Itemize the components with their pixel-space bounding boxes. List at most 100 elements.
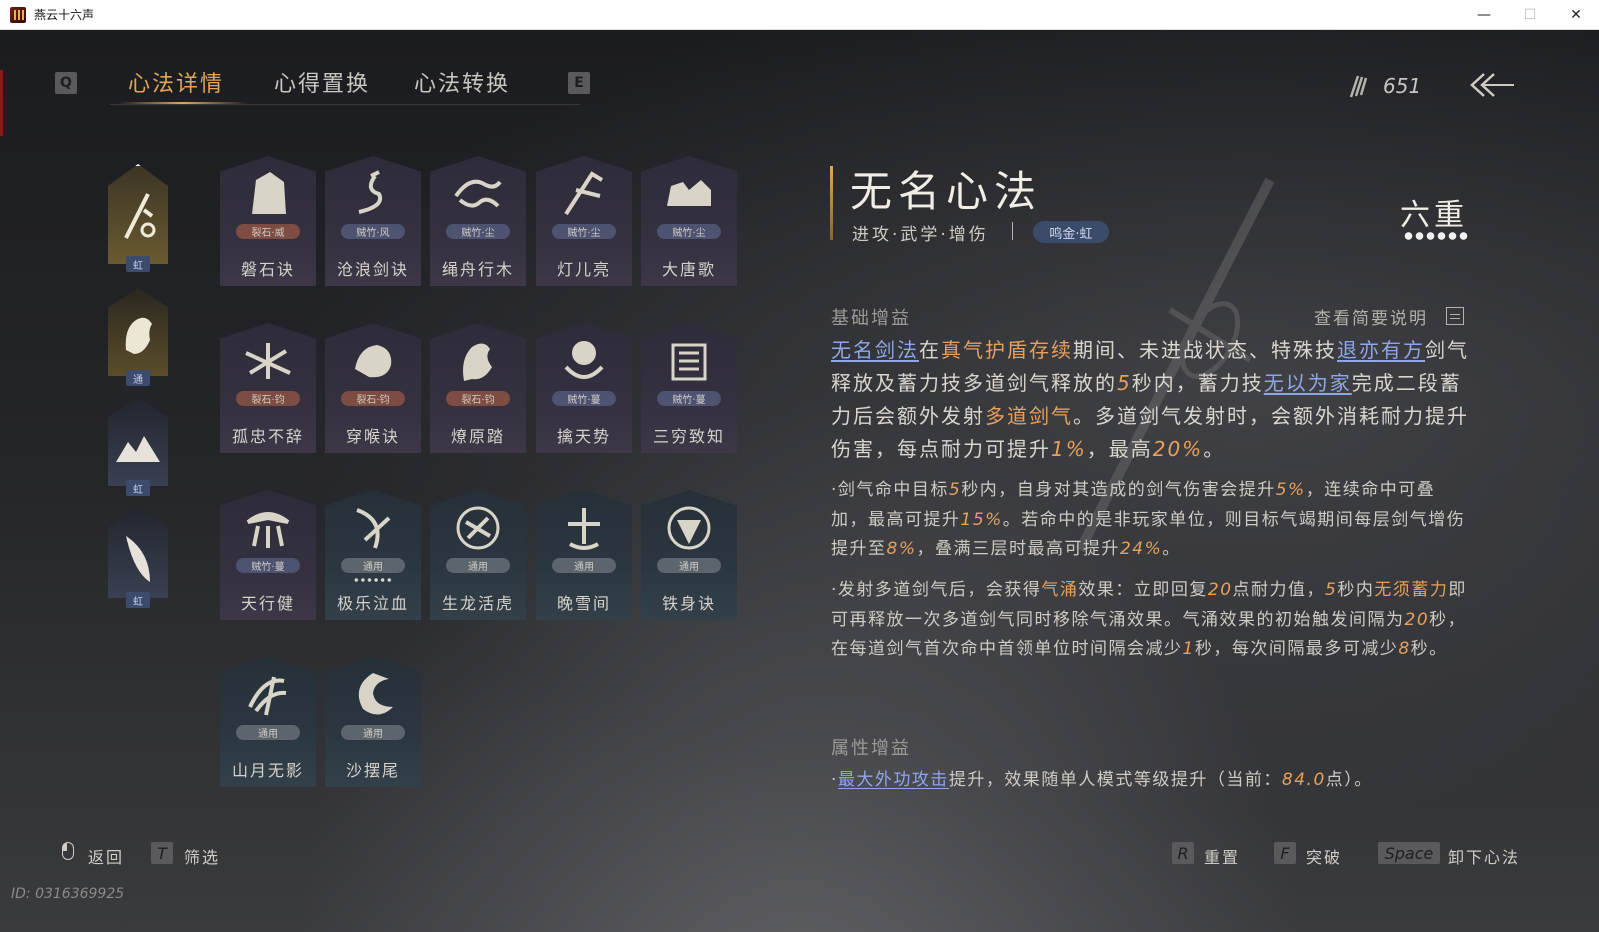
xinfa-card[interactable]: 裂石·钧 穿喉诀 (325, 323, 421, 453)
number: 20 (1404, 609, 1430, 630)
text: 秒内，自身对其造成的剑气伤害会提升 (961, 480, 1276, 500)
xinfa-card[interactable]: 通用 生龙活虎 (430, 490, 526, 620)
xinfa-card[interactable]: 裂石·钧 孤忠不辞 (220, 323, 316, 453)
xinfa-name: 沙摆尾 (345, 761, 400, 780)
next-tab-key[interactable]: E (568, 72, 590, 94)
xinfa-card[interactable]: 通用 铁身诀 (641, 490, 737, 620)
xinfa-card[interactable]: 贼竹·尘大唐歌 (641, 156, 737, 286)
number: 5 (1117, 371, 1132, 395)
reset-key[interactable]: R (1172, 842, 1194, 864)
xinfa-card[interactable]: 裂石·威 磐石诀 (220, 156, 316, 286)
xinfa-illustration-icon (568, 508, 600, 550)
highlight: 真气护盾存续 (941, 338, 1073, 362)
xinfa-card[interactable]: 通用 沙摆尾 (325, 657, 421, 787)
xinfa-name: 灯儿亮 (556, 260, 611, 279)
category-mountain[interactable]: 虹 (108, 398, 168, 496)
xinfa-illustration-icon (248, 676, 287, 716)
break-hint[interactable]: 突破 (1306, 844, 1342, 868)
number: 8 (1398, 639, 1411, 659)
number: 5 (948, 480, 962, 500)
xinfa-school-tag: 通用 (341, 558, 405, 573)
category-general[interactable]: 通 (108, 288, 168, 386)
highlight: 气涌 (1041, 580, 1079, 600)
mouse-icon (62, 842, 74, 860)
xinfa-name: 擒天势 (556, 427, 611, 446)
back-arrow-icon[interactable] (1470, 70, 1516, 100)
list-icon[interactable] (1446, 307, 1464, 325)
xinfa-school-tag: 通用 (552, 558, 616, 573)
category-feather[interactable]: 虹 (108, 508, 168, 608)
tab-xinde-exchange[interactable]: 心得置换 (274, 66, 370, 98)
filter-hint[interactable]: 筛选 (184, 844, 220, 868)
game-viewport: Q 心法详情 心得置换 心法转换 E 651 虹 通 虹 虹 裂石·威 磐石诀 … (0, 30, 1599, 932)
xinfa-school-tag: 贼竹·蔓 (552, 391, 616, 406)
school-badge: 鸣金·虹 (1033, 221, 1109, 243)
xinfa-card[interactable]: 贼竹·蔓 三穷致知 (641, 323, 737, 453)
text: 点耐力值， (1232, 580, 1326, 600)
category-frame (108, 398, 168, 486)
feather-currency-icon (1349, 75, 1368, 98)
xinfa-school-tag: 裂石·钧 (236, 391, 300, 406)
xinfa-school-tag: 贼竹·尘 (657, 224, 721, 239)
xinfa-title: 无名心法 (850, 167, 1043, 216)
xinfa-school-tag: 贼竹·尘 (552, 224, 616, 239)
xinfa-illustration-icon (358, 673, 393, 715)
filter-key[interactable]: T (151, 842, 173, 864)
tab-xinfa-details[interactable]: 心法详情 (128, 66, 224, 98)
xinfa-name: 大唐歌 (661, 260, 716, 279)
xinfa-school-tag: 通用 (341, 725, 405, 740)
link-max-outer-attack[interactable]: 最大外功攻击 (838, 770, 949, 790)
xinfa-card[interactable]: 裂石·钧 燎原踏 (430, 323, 526, 453)
tab-xinfa-convert[interactable]: 心法转换 (414, 66, 510, 98)
reset-hint[interactable]: 重置 (1204, 844, 1240, 868)
unload-key[interactable]: Space (1378, 842, 1440, 864)
unload-hint[interactable]: 卸下心法 (1448, 844, 1520, 868)
xinfa-name: 晚雪间 (556, 594, 611, 613)
category-badge: 虹 (126, 592, 150, 608)
xinfa-card[interactable]: 贼竹·蔓擒天势 (536, 323, 632, 453)
xinfa-card[interactable]: 贼竹·尘灯儿亮 (536, 156, 632, 286)
app-icon (10, 6, 26, 23)
prev-tab-key[interactable]: Q (55, 72, 77, 94)
xinfa-school-tag: 裂石·威 (236, 224, 300, 239)
number: 15% (960, 509, 1003, 530)
link-wu-yi-wei-jia[interactable]: 无以为家 (1264, 371, 1352, 395)
xinfa-card[interactable]: 贼竹·蔓 天行健 (220, 490, 316, 620)
link-wuming-sword[interactable]: 无名剑法 (831, 338, 919, 362)
xinfa-name: 燎原踏 (450, 427, 505, 446)
link-tui-yi-you-fang[interactable]: 退亦有方 (1337, 338, 1425, 362)
xinfa-card[interactable]: 通用 晚雪间 (536, 490, 632, 620)
xinfa-illustration-icon (667, 180, 711, 206)
edge-accent (0, 70, 3, 136)
category-frame (108, 164, 168, 264)
minimize-button[interactable]: — (1461, 0, 1507, 30)
xinfa-school-tag: 裂石·钧 (341, 391, 405, 406)
active-tab-underline (118, 102, 248, 104)
currency-value: 651 (1383, 74, 1422, 98)
effect-text-2: ·发射多道剑气后，会获得气涌效果：立即回复20点耐力值，5秒内无须蓄力即可再释放… (831, 576, 1471, 665)
xinfa-illustration-icon (356, 508, 391, 549)
view-brief-desc-button[interactable]: 查看简要说明 (1314, 304, 1428, 329)
window-titlebar: 燕云十六声 — ☐ ✕ (0, 0, 1599, 30)
xinfa-illustration-icon (463, 343, 492, 381)
attribute-bonus-label: 属性增益 (831, 738, 911, 759)
xinfa-illustration-icon (671, 343, 707, 381)
xinfa-card[interactable]: 贼竹·风 沧浪剑诀 (325, 156, 421, 286)
close-button[interactable]: ✕ (1553, 0, 1599, 30)
number: 24% (1119, 539, 1163, 559)
text: 期间、未进战状态、特殊技 (1073, 338, 1337, 362)
xinfa-card[interactable]: 通用 山月无影 (220, 657, 316, 787)
xinfa-name: 绳舟行木 (441, 260, 514, 279)
back-hint[interactable]: 返回 (88, 844, 124, 868)
text: 。 (1203, 437, 1226, 461)
xinfa-name: 三穷致知 (652, 427, 725, 446)
category-sword[interactable]: 虹 (108, 164, 168, 272)
maximize-button[interactable]: ☐ (1507, 0, 1553, 30)
break-key[interactable]: F (1274, 842, 1296, 864)
number: 8% (886, 539, 917, 559)
title-accent-bar (830, 166, 833, 240)
xinfa-subtitle: 进攻·武学·增伤 (852, 225, 989, 245)
xinfa-card[interactable]: 通用 极乐泣血 (325, 490, 421, 620)
xinfa-card[interactable]: 贼竹·尘 绳舟行木 (430, 156, 526, 286)
text: 秒。 (1410, 639, 1448, 659)
